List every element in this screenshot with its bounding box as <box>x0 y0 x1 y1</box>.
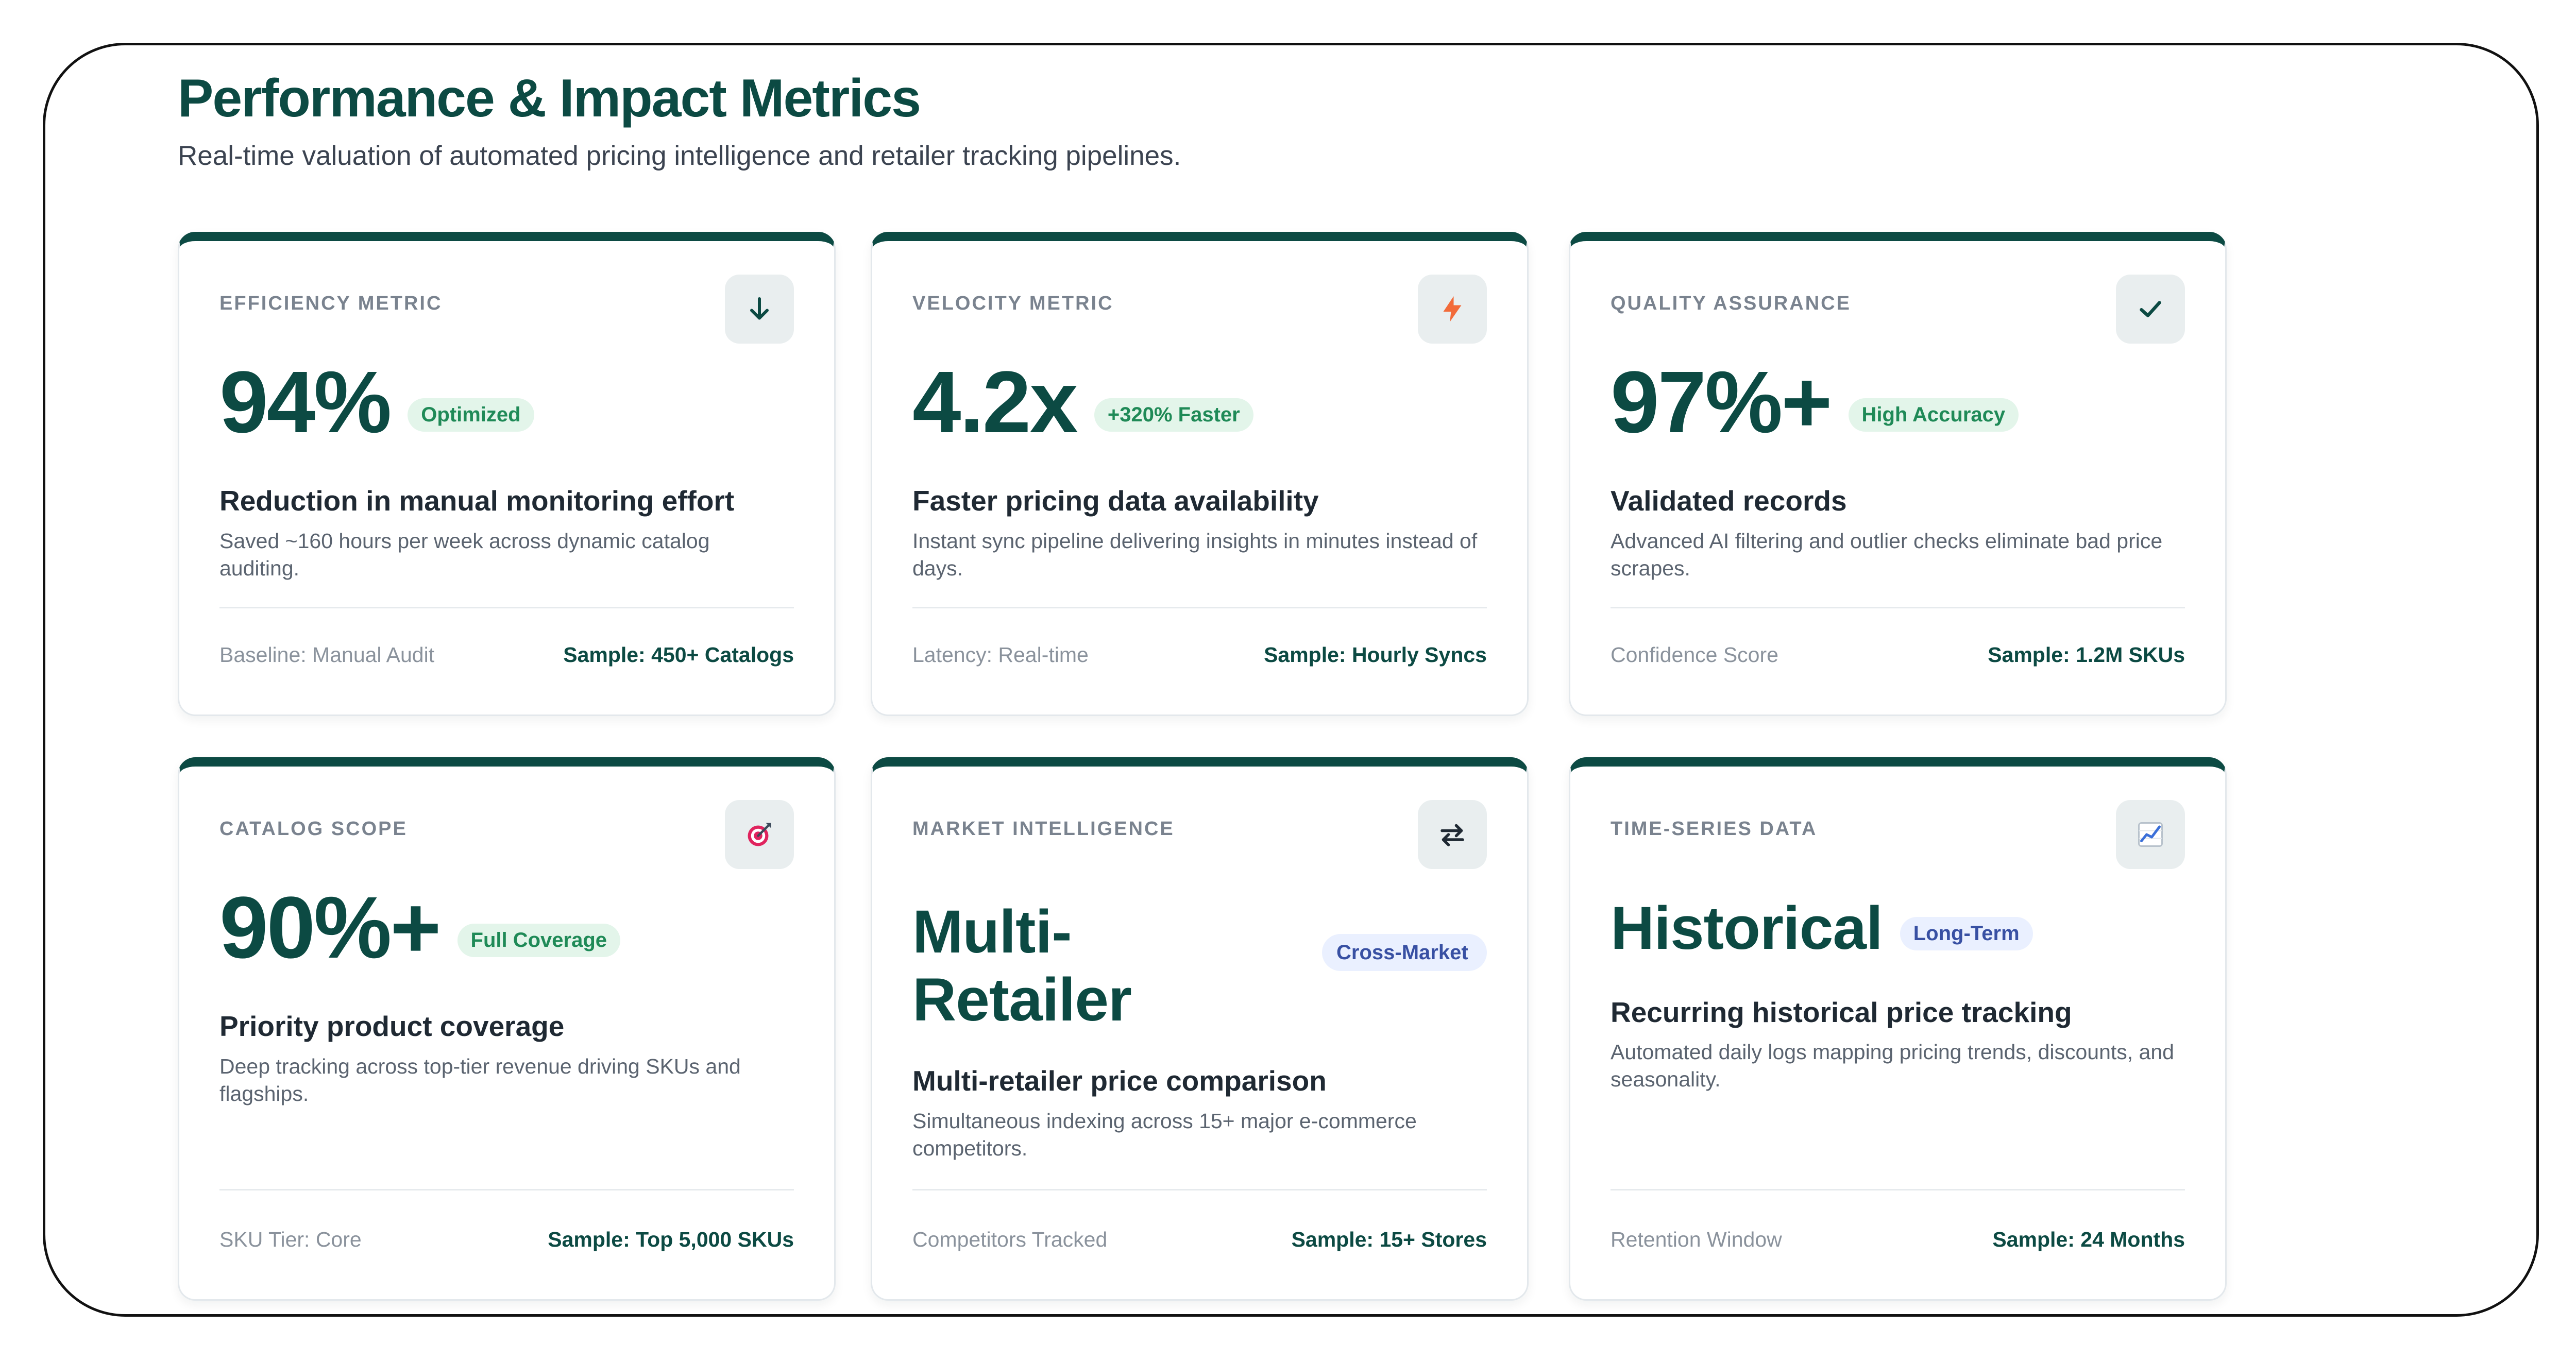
metric-card-catalog: CATALOG SCOPE 90%+ Full Coverage Priorit… <box>178 757 836 1301</box>
metric-value: Multi- Retailer <box>912 898 1132 1034</box>
status-badge: High Accuracy <box>1848 398 2019 432</box>
lightning-icon <box>1418 275 1487 344</box>
card-category: MARKET INTELLIGENCE <box>912 818 1175 840</box>
card-category: TIME-SERIES DATA <box>1611 818 1818 840</box>
metric-card-efficiency: EFFICIENCY METRIC 94% Optimized Reductio… <box>178 232 836 716</box>
card-footer-right: Sample: 1.2M SKUs <box>1988 643 2185 667</box>
status-badge: Cross-Market <box>1322 934 1487 971</box>
card-headline: Recurring historical price tracking <box>1611 996 2072 1028</box>
card-footer-right: Sample: Hourly Syncs <box>1264 643 1487 667</box>
card-footer-left: SKU Tier: Core <box>219 1228 362 1251</box>
card-headline: Priority product coverage <box>219 1010 565 1042</box>
card-footer-right: Sample: Top 5,000 SKUs <box>548 1228 794 1251</box>
target-icon <box>725 800 794 869</box>
metric-row: Historical Long-Term <box>1611 898 2033 959</box>
card-description: Simultaneous indexing across 15+ major e… <box>912 1109 1417 1161</box>
metric-card-timeseries: TIME-SERIES DATA Historical Long-Term Re… <box>1569 757 2227 1301</box>
card-headline: Validated records <box>1611 485 1847 517</box>
metric-card-velocity: VELOCITY METRIC 4.2x +320% Faster Faster… <box>871 232 1529 716</box>
card-description: Advanced AI filtering and outlier checks… <box>1611 529 2163 581</box>
card-category: EFFICIENCY METRIC <box>219 293 443 314</box>
card-description: Saved ~160 hours per week across dynamic… <box>219 529 710 581</box>
metric-value-line-1: Multi- <box>912 898 1072 966</box>
card-footer-right: Sample: 15+ Stores <box>1291 1228 1487 1251</box>
card-divider <box>912 1189 1487 1190</box>
checkmark-icon <box>2116 275 2185 344</box>
card-footer-right: Sample: 24 Months <box>1992 1228 2185 1251</box>
metric-row: 90%+ Full Coverage <box>219 879 621 977</box>
metric-row: 4.2x +320% Faster <box>912 359 1253 446</box>
card-footer-left: Confidence Score <box>1611 643 1778 667</box>
card-footer-left: Baseline: Manual Audit <box>219 643 435 667</box>
status-badge: +320% Faster <box>1094 398 1253 432</box>
card-category: CATALOG SCOPE <box>219 818 408 840</box>
trend-chart-icon <box>2116 800 2185 869</box>
arrow-down-icon <box>725 275 794 344</box>
swap-arrows-icon <box>1418 800 1487 869</box>
status-badge: Full Coverage <box>457 923 621 957</box>
card-description: Deep tracking across top-tier revenue dr… <box>219 1054 741 1106</box>
card-divider <box>1611 607 2185 608</box>
card-footer-left: Latency: Real-time <box>912 643 1089 667</box>
card-category: QUALITY ASSURANCE <box>1611 293 1851 314</box>
card-headline: Multi-retailer price comparison <box>912 1065 1327 1097</box>
card-category: VELOCITY METRIC <box>912 293 1114 314</box>
page-title: Performance & Impact Metrics <box>178 69 921 128</box>
card-divider <box>219 607 794 608</box>
card-divider <box>1611 1189 2185 1190</box>
metric-value: 97%+ <box>1611 353 1833 451</box>
card-footer-right: Sample: 450+ Catalogs <box>563 643 794 667</box>
metric-value: 94% <box>219 353 392 451</box>
metric-value: 90%+ <box>219 879 442 977</box>
status-badge: Long-Term <box>1900 916 2033 950</box>
card-footer-left: Retention Window <box>1611 1228 1782 1251</box>
card-footer-left: Competitors Tracked <box>912 1228 1108 1251</box>
card-headline: Reduction in manual monitoring effort <box>219 485 735 517</box>
metric-value: 4.2x <box>912 353 1078 451</box>
metric-card-market: MARKET INTELLIGENCE Multi- Retailer Cros… <box>871 757 1529 1301</box>
metric-row: 94% Optimized <box>219 359 534 446</box>
card-description: Instant sync pipeline delivering insight… <box>912 529 1478 581</box>
card-description: Automated daily logs mapping pricing tre… <box>1611 1040 2174 1092</box>
metric-value-line-2: Retailer <box>912 966 1132 1034</box>
card-divider <box>219 1189 794 1190</box>
page-subtitle: Real-time valuation of automated pricing… <box>178 141 1181 171</box>
card-divider <box>912 607 1487 608</box>
metric-row: 97%+ High Accuracy <box>1611 359 2019 446</box>
metric-value: Historical <box>1611 894 1883 962</box>
metric-card-quality: QUALITY ASSURANCE 97%+ High Accuracy Val… <box>1569 232 2227 716</box>
status-badge: Optimized <box>408 398 534 432</box>
card-headline: Faster pricing data availability <box>912 485 1319 517</box>
